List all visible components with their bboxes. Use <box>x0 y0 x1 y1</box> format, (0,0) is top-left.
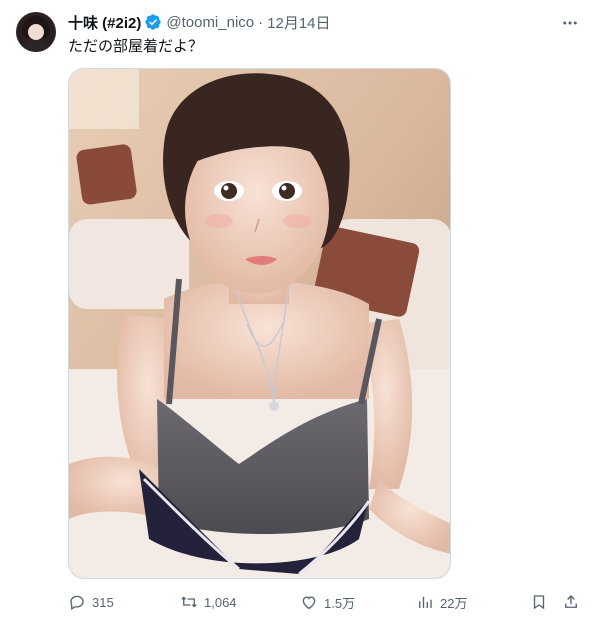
reply-icon <box>70 595 84 610</box>
bookmark-button[interactable] <box>530 590 548 614</box>
share-icon <box>565 595 577 608</box>
tweet-photo[interactable] <box>68 68 451 579</box>
separator-dot: · <box>258 13 264 31</box>
views-icon <box>419 596 432 608</box>
reply-count: 315 <box>92 594 114 610</box>
tweet-date[interactable]: 12月14日 <box>267 12 330 33</box>
views-count: 22万 <box>440 595 468 611</box>
retweet-icon <box>181 596 197 608</box>
retweet-count: 1,064 <box>204 594 237 610</box>
bookmark-icon <box>533 595 545 610</box>
tweet-header: 十味 (#2i2) @toomi_nico · 12月14日 <box>68 12 331 32</box>
views-button[interactable]: 22万 <box>416 590 467 614</box>
author-handle[interactable]: @toomi_nico <box>166 14 254 31</box>
tweet-text: ただの部屋着だよ？ <box>68 38 204 55</box>
like-count: 1.5万 <box>324 595 356 611</box>
like-button[interactable]: 1.5万 <box>300 590 355 614</box>
verified-badge-icon <box>145 14 162 30</box>
display-name[interactable]: 十味 (#2i2) <box>68 12 141 33</box>
more-options-button[interactable] <box>559 12 581 34</box>
tweet-actions: 315 1,064 1.5万 22万 <box>68 590 583 614</box>
retweet-button[interactable]: 1,064 <box>180 590 237 614</box>
reply-button[interactable]: 315 <box>68 590 114 614</box>
share-button[interactable] <box>562 590 580 614</box>
avatar[interactable] <box>16 12 56 52</box>
tweet-card[interactable]: 十味 (#2i2) @toomi_nico · 12月14日 ただの部屋着だよ？ <box>0 0 597 621</box>
like-icon <box>302 596 316 610</box>
photo-illustration <box>69 69 450 578</box>
more-options-icon <box>563 21 577 25</box>
